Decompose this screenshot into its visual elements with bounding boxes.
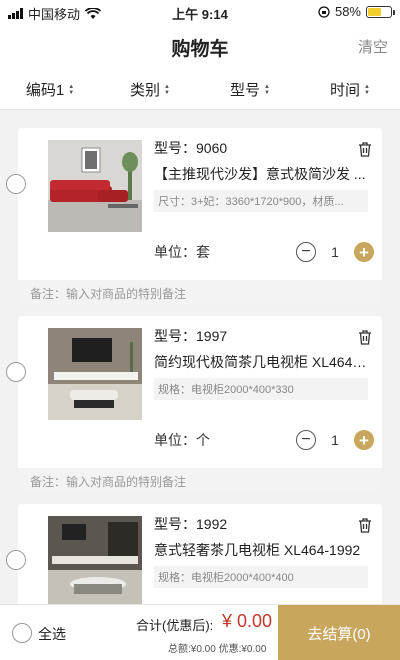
unit-row: 单位：个 − 1 + — [154, 430, 374, 450]
orientation-lock-icon — [318, 5, 330, 18]
product-spec: 尺寸：3+妃：3360*1720*900，材质... — [154, 190, 368, 212]
increase-button[interactable]: + — [354, 430, 374, 450]
cart-item: 型号：9060 【主推现代沙发】意式极简沙发 ... 尺寸：3+妃：3360*1… — [6, 128, 382, 304]
trash-icon[interactable] — [358, 330, 372, 345]
sort-bar: 编码1 ▲ ▼ 类别 ▲ ▼ 型号 ▲ ▼ 时间 ▲ ▼ — [0, 70, 400, 110]
sort-model-label: 型号 — [230, 82, 261, 99]
sort-category-label: 类别 — [130, 82, 161, 99]
trash-icon[interactable] — [358, 518, 372, 533]
item-select-radio[interactable] — [6, 362, 26, 382]
item-note-input[interactable]: 备注：输入对商品的特别备注 — [18, 468, 382, 492]
product-image[interactable] — [48, 140, 142, 232]
product-spec: 规格：电视柜2000*400*330 — [154, 378, 368, 400]
cart-item: 型号：1992 意式轻奢茶几电视柜 XL464-1992 规格：电视柜2000*… — [6, 504, 382, 604]
product-model: 型号：1997 — [154, 328, 228, 344]
quantity-value: 1 — [331, 432, 339, 448]
quantity-stepper: − 1 + — [296, 430, 374, 450]
product-model: 型号：1992 — [154, 516, 228, 532]
item-note-input[interactable]: 备注：输入对商品的特别备注 — [18, 280, 382, 304]
quantity-value: 1 — [331, 244, 339, 260]
total-value: ¥ 0.00 — [222, 611, 273, 631]
item-select-radio[interactable] — [6, 550, 26, 570]
cart-item: 型号：1997 简约现代极简茶几电视柜 XL464-... 规格：电视柜2000… — [6, 316, 382, 492]
sort-code[interactable]: 编码1 ▲ ▼ — [0, 70, 100, 109]
quantity-stepper: − 1 + — [296, 242, 374, 262]
sort-arrows-icon: ▲ ▼ — [164, 83, 170, 96]
select-all-radio[interactable] — [12, 623, 32, 643]
sort-code-label: 编码1 — [25, 82, 65, 99]
product-info: 型号：1997 简约现代极简茶几电视柜 XL464-... 规格：电视柜2000… — [154, 326, 374, 400]
product-name[interactable]: 【主推现代沙发】意式极简沙发 ... — [154, 164, 368, 184]
decrease-button[interactable]: − — [296, 242, 316, 262]
checkout-button[interactable]: 去结算(0) — [278, 605, 400, 660]
page-title: 购物车 — [171, 39, 229, 60]
product-unit: 单位：个 — [154, 432, 210, 448]
sort-time-label: 时间 — [330, 82, 361, 99]
sort-arrows-icon: ▲ ▼ — [68, 83, 75, 96]
product-image[interactable] — [48, 328, 142, 420]
battery-icon — [366, 5, 395, 18]
product-unit: 单位：套 — [154, 244, 210, 260]
checkout-bar: 全选 合计(优惠后): ¥ 0.00 总额:¥0.00 优惠:¥0.00 去结算… — [0, 604, 400, 660]
sort-arrows-icon: ▲ ▼ — [264, 83, 270, 96]
sort-category[interactable]: 类别 ▲ ▼ — [100, 70, 200, 109]
item-select-radio[interactable] — [6, 174, 26, 194]
product-name[interactable]: 意式轻奢茶几电视柜 XL464-1992 — [154, 540, 368, 560]
select-all-label[interactable]: 全选 — [38, 624, 66, 644]
product-name[interactable]: 简约现代极简茶几电视柜 XL464-... — [154, 352, 368, 372]
product-info: 型号：1992 意式轻奢茶几电视柜 XL464-1992 规格：电视柜2000*… — [154, 514, 374, 588]
trash-icon[interactable] — [358, 142, 372, 157]
status-bar: 中国移动 上午 9:14 58% — [0, 0, 400, 24]
product-info: 型号：9060 【主推现代沙发】意式极简沙发 ... 尺寸：3+妃：3360*1… — [154, 138, 374, 212]
header: 购物车 清空 — [0, 24, 400, 70]
subtotal-text: 总额:¥0.00 优惠:¥0.00 — [168, 644, 267, 655]
unit-row: 单位：套 − 1 + — [154, 242, 374, 262]
sort-time[interactable]: 时间 ▲ ▼ — [300, 70, 400, 109]
sort-arrows-icon: ▲ ▼ — [364, 83, 370, 96]
cart-list[interactable]: 型号：9060 【主推现代沙发】意式极简沙发 ... 尺寸：3+妃：3360*1… — [0, 110, 400, 604]
sort-model[interactable]: 型号 ▲ ▼ — [200, 70, 300, 109]
battery-percent: 58% — [334, 4, 361, 19]
status-right: 58% — [318, 4, 395, 19]
clear-button[interactable]: 清空 — [358, 36, 388, 57]
product-model: 型号：9060 — [154, 140, 228, 156]
decrease-button[interactable]: − — [296, 430, 316, 450]
product-image[interactable] — [48, 516, 142, 604]
total-label: 合计(优惠后): — [136, 618, 214, 633]
product-spec: 规格：电视柜2000*400*400 — [154, 566, 368, 588]
increase-button[interactable]: + — [354, 242, 374, 262]
